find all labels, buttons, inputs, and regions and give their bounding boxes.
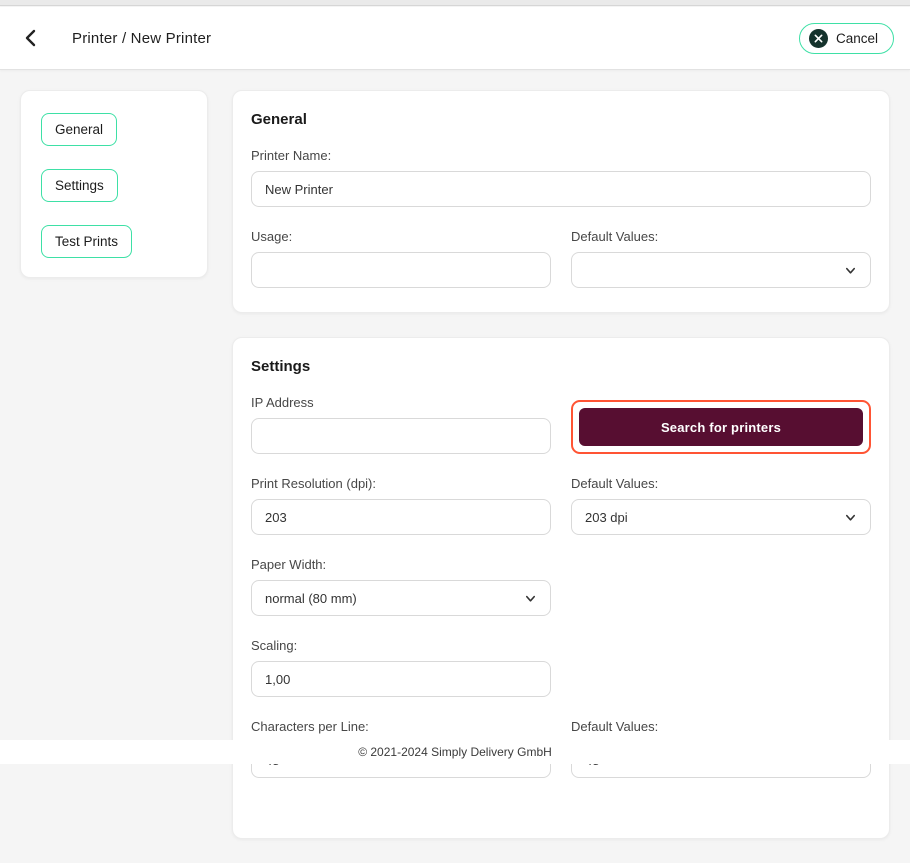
resolution-defaults-selected: 203 dpi: [585, 509, 628, 525]
general-section-title: General: [251, 111, 307, 128]
scaling-input[interactable]: [251, 661, 551, 697]
footer-bar: © 2021-2024 Simply Delivery GmbH: [0, 740, 910, 764]
print-resolution-label: Print Resolution (dpi):: [251, 476, 376, 491]
usage-label: Usage:: [251, 229, 293, 244]
sidebar-item-settings[interactable]: Settings: [41, 169, 118, 202]
resolution-defaults-label: Default Values:: [571, 476, 659, 491]
scaling-label: Scaling:: [251, 638, 298, 653]
chars-per-line-label: Characters per Line:: [251, 719, 369, 734]
chevron-down-icon: [844, 264, 857, 277]
search-for-printers-button[interactable]: Search for printers: [579, 408, 863, 446]
general-default-values-label: Default Values:: [571, 229, 659, 244]
ip-address-field-group: IP Address: [251, 395, 551, 454]
settings-section-title: Settings: [251, 358, 311, 375]
printer-name-field-group: Printer Name:: [251, 148, 871, 207]
circle-x-icon: [808, 28, 828, 48]
printer-name-input[interactable]: [251, 171, 871, 207]
paper-width-label: Paper Width:: [251, 557, 327, 572]
general-default-values-field-group: Default Values:: [571, 229, 871, 288]
chevron-down-icon: [524, 592, 537, 605]
usage-input[interactable]: [251, 252, 551, 288]
paper-width-select[interactable]: normal (80 mm): [251, 580, 551, 616]
ip-address-input[interactable]: [251, 418, 551, 454]
resolution-defaults-select[interactable]: 203 dpi: [571, 499, 871, 535]
usage-field-group: Usage:: [251, 229, 551, 288]
chars-defaults-label: Default Values:: [571, 719, 659, 734]
copyright-text: © 2021-2024 Simply Delivery GmbH: [358, 745, 552, 759]
paper-width-field-group: Paper Width: normal (80 mm): [251, 557, 551, 616]
page-title: Printer / New Printer: [72, 29, 212, 47]
scaling-field-group: Scaling:: [251, 638, 551, 697]
content-area: General Settings Test Prints General Pri…: [0, 70, 910, 839]
scaling-spacer: [571, 638, 871, 697]
back-button[interactable]: [16, 23, 46, 53]
header-bar: Printer / New Printer Cancel: [0, 7, 910, 70]
printer-name-label: Printer Name:: [251, 148, 332, 163]
chevron-down-icon: [844, 511, 857, 524]
paper-width-spacer: [571, 557, 871, 616]
sidebar-item-test-prints[interactable]: Test Prints: [41, 225, 133, 258]
print-resolution-input[interactable]: [251, 499, 551, 535]
window-top-strip: [0, 0, 910, 6]
chevron-left-icon: [21, 28, 41, 48]
cancel-button-label: Cancel: [835, 30, 878, 46]
general-default-values-select[interactable]: [571, 252, 871, 288]
print-resolution-field-group: Print Resolution (dpi):: [251, 476, 551, 535]
ip-address-label: IP Address: [251, 395, 314, 410]
paper-width-selected: normal (80 mm): [265, 590, 357, 606]
sidebar-nav-card: General Settings Test Prints: [20, 90, 208, 278]
search-printers-highlight-outline: Search for printers: [571, 400, 871, 454]
sidebar-item-general[interactable]: General: [41, 113, 118, 146]
general-section-card: General Printer Name: Usage: Default Val…: [232, 90, 890, 313]
resolution-defaults-field-group: Default Values: 203 dpi: [571, 476, 871, 535]
cancel-button[interactable]: Cancel: [798, 22, 894, 54]
